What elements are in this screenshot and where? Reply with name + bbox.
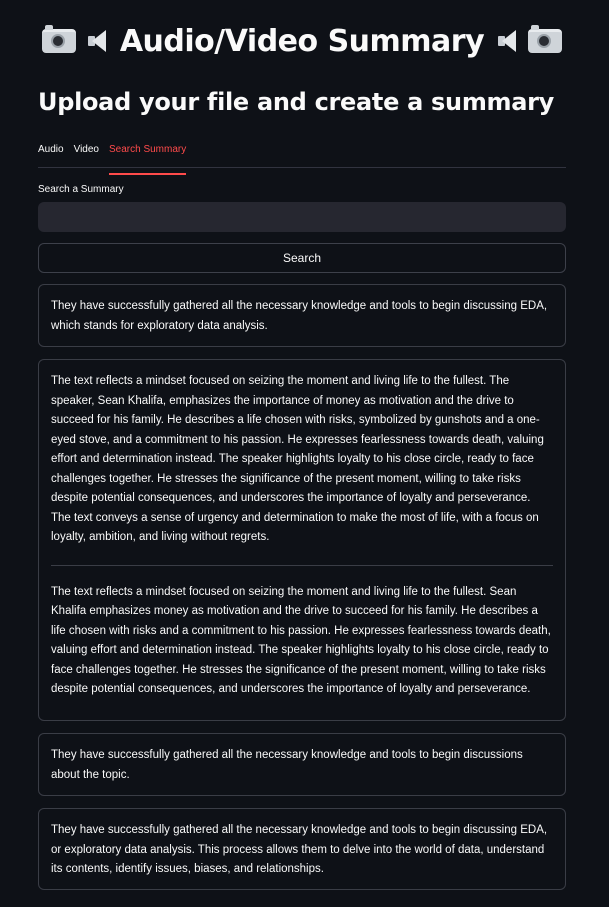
- summary-text: They have successfully gathered all the …: [51, 300, 548, 332]
- summary-card: They have successfully gathered all the …: [38, 808, 566, 890]
- summary-text: The text reflects a mindset focused on s…: [51, 585, 551, 696]
- summary-text: They have successfully gathered all the …: [51, 749, 523, 781]
- divider: [51, 564, 553, 566]
- page-subtitle: Upload your file and create a summary: [38, 88, 555, 116]
- summary-card: They have successfully gathered all the …: [38, 284, 566, 347]
- tab-audio[interactable]: Audio: [38, 140, 74, 167]
- tab-bar: Audio Video Search Summary: [38, 140, 566, 175]
- summary-card: The text reflects a mindset focused on s…: [38, 359, 566, 721]
- tab-video[interactable]: Video: [74, 140, 109, 167]
- summary-text: The text reflects a mindset focused on s…: [51, 375, 544, 543]
- camera-icon: [528, 25, 563, 53]
- search-label: Search a Summary: [38, 184, 124, 195]
- page-title: Audio/Video Summary: [119, 23, 485, 59]
- summary-text: They have successfully gathered all the …: [51, 824, 548, 875]
- camera-icon: [41, 25, 76, 53]
- summary-card: They have successfully gathered all the …: [38, 733, 566, 796]
- tab-search-summary[interactable]: Search Summary: [108, 140, 196, 175]
- search-input[interactable]: [38, 202, 566, 232]
- speaker-icon: [86, 28, 108, 54]
- app-page: Audio/Video Summary Upload your file and…: [0, 0, 609, 907]
- speaker-icon: [496, 28, 518, 54]
- search-button[interactable]: Search: [38, 243, 566, 273]
- title-row: Audio/Video Summary: [38, 0, 566, 82]
